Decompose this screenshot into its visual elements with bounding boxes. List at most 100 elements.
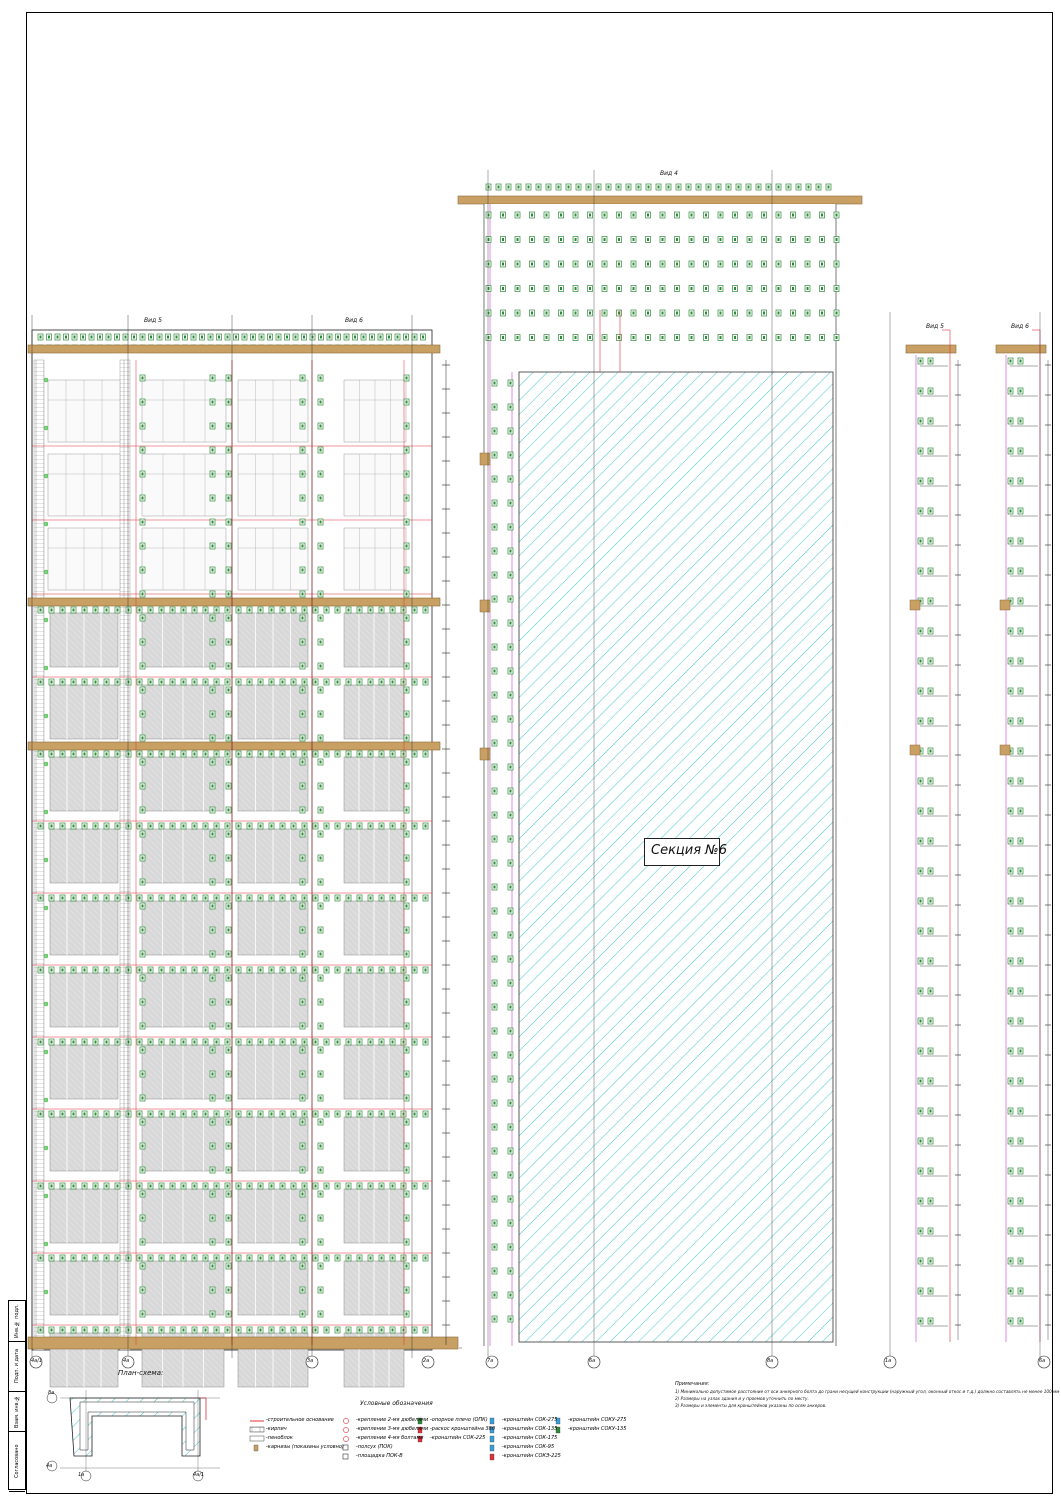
- bracket-mark: [919, 1049, 922, 1053]
- bracket-mark: [39, 752, 42, 756]
- legend-swatch: [343, 1418, 349, 1424]
- bracket-mark: [509, 501, 512, 505]
- bracket-mark: [632, 311, 635, 315]
- cornice: [27, 344, 441, 354]
- cornice-stub: [909, 744, 921, 756]
- bracket-mark: [821, 336, 823, 339]
- bracket-mark: [502, 336, 504, 339]
- bracket-mark: [509, 669, 512, 673]
- bracket-mark: [502, 262, 504, 266]
- bracket-mark: [509, 525, 512, 529]
- bracket-mark: [160, 1112, 163, 1116]
- anchor-marker: [43, 377, 49, 383]
- bracket-mark: [301, 1264, 304, 1268]
- bracket-mark: [493, 645, 496, 649]
- bracket-mark: [301, 736, 304, 740]
- bracket-mark: [141, 1288, 144, 1292]
- bracket-mark: [227, 640, 230, 644]
- legend-item: -кронштейн СОК-135: [502, 1426, 558, 1432]
- bracket-mark: [182, 896, 185, 900]
- bracket-mark: [319, 1048, 322, 1052]
- bracket-mark: [1019, 749, 1022, 753]
- bracket-mark: [493, 1029, 496, 1033]
- bracket-mark: [211, 376, 214, 380]
- anchor-marker: [43, 905, 49, 911]
- bracket-mark: [1019, 989, 1022, 993]
- bracket-mark: [661, 336, 664, 339]
- axis-label: 4а: [123, 1358, 130, 1364]
- bracket-mark: [116, 824, 119, 828]
- bracket-mark: [413, 680, 416, 684]
- bracket-mark: [105, 752, 108, 756]
- bracket-mark: [509, 1005, 512, 1009]
- bracket-mark: [182, 752, 185, 756]
- bracket-mark: [227, 1192, 230, 1196]
- bracket-mark: [369, 1112, 372, 1116]
- bracket-mark: [193, 1256, 196, 1260]
- bracket-mark: [358, 752, 361, 756]
- bracket-mark: [719, 213, 722, 217]
- bracket-mark: [83, 680, 86, 684]
- bracket-mark: [493, 789, 496, 793]
- bracket-mark: [237, 752, 240, 756]
- bracket-mark: [560, 287, 562, 290]
- bracket-mark: [647, 311, 649, 315]
- bracket-mark: [211, 712, 214, 716]
- bracket-mark: [303, 1040, 306, 1044]
- bracket-mark: [347, 608, 350, 612]
- bracket-mark: [336, 968, 339, 972]
- bracket-mark: [141, 616, 144, 620]
- view-label-4: Вид 4: [660, 170, 678, 177]
- view-label-5-right: Вид 5: [926, 323, 944, 330]
- bracket-mark: [83, 1328, 86, 1332]
- bracket-mark: [270, 968, 273, 972]
- bracket-mark: [690, 238, 693, 241]
- bracket-mark: [105, 968, 108, 972]
- bracket-mark: [227, 1072, 230, 1076]
- bracket-mark: [149, 680, 152, 684]
- bracket-mark: [314, 896, 317, 900]
- bracket-mark: [211, 1096, 214, 1100]
- bracket-mark: [531, 213, 533, 217]
- bracket-mark: [517, 185, 520, 189]
- plan-axis-label: 4а/1: [193, 1472, 205, 1478]
- bracket-mark: [292, 752, 295, 756]
- bracket-mark: [545, 311, 548, 315]
- bracket-mark: [336, 1040, 339, 1044]
- bracket-mark: [107, 335, 110, 339]
- bracket-mark: [391, 1184, 394, 1188]
- bracket-mark: [1009, 899, 1012, 903]
- bracket-mark: [227, 376, 230, 380]
- bracket-mark: [301, 760, 304, 764]
- bracket-mark: [270, 1256, 273, 1260]
- bracket-mark: [141, 568, 144, 572]
- bracket-mark: [391, 1112, 394, 1116]
- bracket-mark: [531, 262, 533, 266]
- bracket-mark: [211, 832, 214, 836]
- bracket-mark: [50, 752, 53, 756]
- bracket-mark: [405, 472, 408, 476]
- bracket-mark: [493, 1077, 496, 1081]
- bracket-mark: [509, 573, 512, 577]
- bracket-mark: [690, 262, 693, 266]
- bracket-mark: [509, 477, 512, 481]
- bracket-mark: [358, 968, 361, 972]
- bracket-mark: [734, 238, 736, 241]
- bracket-mark: [705, 287, 707, 290]
- bracket-mark: [211, 448, 214, 452]
- bracket-mark: [396, 335, 399, 339]
- bracket-mark: [193, 1040, 196, 1044]
- bracket-mark: [405, 712, 408, 716]
- bracket-mark: [493, 861, 496, 865]
- bracket-mark: [124, 335, 127, 339]
- bracket-mark: [182, 1040, 185, 1044]
- bracket-mark: [211, 1168, 214, 1172]
- bracket-mark: [226, 968, 229, 972]
- bracket-mark: [919, 629, 922, 633]
- bracket-mark: [919, 1169, 922, 1173]
- bracket-mark: [806, 262, 809, 266]
- bracket-mark: [413, 1040, 416, 1044]
- bracket-mark: [39, 1328, 42, 1332]
- bracket-mark: [281, 1184, 284, 1188]
- bracket-mark: [211, 856, 214, 860]
